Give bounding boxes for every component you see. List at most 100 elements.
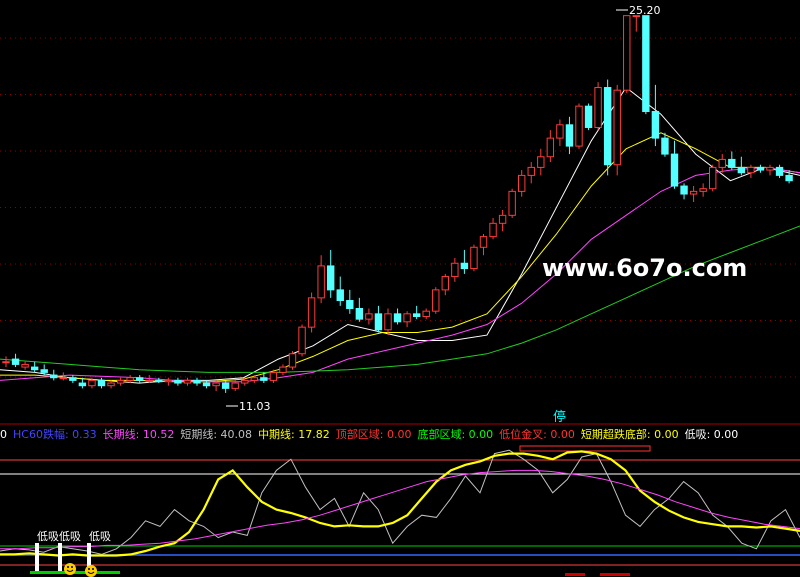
ma-line-0 bbox=[0, 86, 800, 384]
candle-up bbox=[441, 276, 450, 291]
candle-down bbox=[40, 369, 48, 373]
low-price-label: 11.03 bbox=[239, 400, 271, 413]
buy-signals: 低吸 低吸 低吸 bbox=[30, 530, 630, 577]
candle-down bbox=[374, 313, 383, 331]
candle-up bbox=[575, 105, 583, 147]
candle-up bbox=[250, 377, 259, 381]
top-zone-box bbox=[519, 445, 651, 452]
signal-label: 低吸 bbox=[59, 530, 81, 543]
candle-down bbox=[50, 374, 58, 379]
candle-up bbox=[479, 236, 488, 248]
candle-up bbox=[183, 379, 192, 384]
indicator-item: 低位金叉: 0.00 bbox=[499, 427, 575, 441]
candle-up bbox=[470, 246, 478, 270]
candle-down bbox=[661, 137, 669, 155]
candle-up bbox=[21, 363, 29, 368]
candle-down bbox=[460, 262, 469, 270]
candle-down bbox=[11, 358, 20, 365]
candle-up bbox=[699, 188, 707, 192]
candle-up bbox=[537, 156, 545, 168]
candle-down bbox=[221, 382, 230, 389]
watermark-text: www.6o7o.com bbox=[542, 254, 747, 282]
signal-label: 低吸 bbox=[37, 530, 59, 543]
candle-up bbox=[489, 222, 497, 238]
smiley-icon bbox=[64, 563, 76, 575]
candle-up bbox=[107, 382, 115, 387]
indicator-item: HC60跌幅: 0.33 bbox=[13, 427, 97, 441]
candle-down bbox=[327, 265, 335, 291]
candle-up bbox=[279, 366, 287, 373]
candle-up bbox=[498, 214, 507, 224]
candle-up bbox=[556, 124, 564, 139]
candle-down bbox=[737, 166, 746, 174]
candle-up bbox=[231, 382, 239, 389]
candle-up bbox=[384, 313, 392, 331]
indicator-item: 0 bbox=[0, 428, 7, 441]
candle-down bbox=[565, 124, 574, 147]
candle-up bbox=[432, 289, 440, 312]
candle-up bbox=[451, 262, 459, 278]
candle-up bbox=[365, 313, 373, 320]
bottom-red-marker bbox=[565, 573, 585, 576]
candle-up bbox=[126, 377, 134, 381]
candle-up bbox=[766, 166, 774, 171]
indicator-item: 短期超跌底部: 0.00 bbox=[581, 427, 679, 441]
candle-down bbox=[728, 158, 736, 168]
candle-down bbox=[193, 379, 201, 384]
candle-up bbox=[269, 371, 278, 381]
candle-up bbox=[2, 361, 10, 364]
candle-up bbox=[145, 379, 153, 382]
indicator-item: 底部区域: 0.00 bbox=[417, 427, 493, 441]
stock-chart: 25.20 11.03 www.6o7o.com 停 0 HC60跌幅: 0.33… bbox=[0, 4, 800, 577]
candle-up bbox=[747, 166, 755, 174]
price-grid bbox=[0, 37, 800, 378]
candle-up bbox=[623, 15, 631, 91]
candle-down bbox=[69, 377, 77, 381]
candle-down bbox=[136, 377, 144, 381]
indicator-legend: 0 HC60跌幅: 0.33 长期线: 10.52 短期线: 40.08 中期线: 17… bbox=[0, 427, 738, 441]
candle-down bbox=[412, 313, 421, 317]
candle-up bbox=[689, 190, 698, 195]
candle-up bbox=[288, 353, 297, 368]
high-price-annotation: 25.20 bbox=[616, 4, 661, 17]
moving-average-lines bbox=[0, 86, 800, 384]
indicator-item: 中期线: 17.82 bbox=[258, 427, 330, 441]
indicator-item: 短期线: 40.08 bbox=[180, 427, 252, 441]
candle-down bbox=[785, 174, 793, 182]
candle-up bbox=[116, 379, 125, 384]
indicator-panel bbox=[0, 445, 800, 566]
candle-up bbox=[709, 166, 717, 190]
candle-down bbox=[155, 379, 163, 383]
candle-up bbox=[88, 379, 96, 387]
candle-down bbox=[78, 382, 87, 387]
candle-down bbox=[346, 300, 354, 310]
signal-bar bbox=[58, 543, 62, 571]
indicator-lines bbox=[0, 449, 800, 557]
candle-up bbox=[403, 313, 411, 323]
high-price-label: 25.20 bbox=[629, 4, 661, 17]
candle-down bbox=[30, 366, 39, 371]
candle-up bbox=[518, 174, 526, 192]
indicator-item: 低吸: 0.00 bbox=[685, 428, 739, 441]
candle-up bbox=[307, 297, 316, 328]
candle-up bbox=[164, 379, 173, 383]
candle-up bbox=[422, 310, 430, 317]
candle-down bbox=[174, 379, 182, 384]
candle-up bbox=[546, 137, 555, 158]
candle-up bbox=[241, 379, 249, 384]
candle-down bbox=[642, 15, 650, 112]
low-price-annotation: 11.03 bbox=[226, 400, 271, 413]
candle-up bbox=[212, 382, 220, 387]
candle-up bbox=[298, 326, 306, 355]
candle-up bbox=[594, 87, 602, 128]
candle-down bbox=[670, 153, 679, 187]
candle-up bbox=[527, 166, 535, 176]
indicator-item: 顶部区域: 0.00 bbox=[336, 427, 412, 441]
candle-up bbox=[508, 190, 516, 216]
candle-down bbox=[603, 87, 612, 166]
ma-line-3 bbox=[0, 225, 800, 373]
indicator-line-2 bbox=[0, 469, 800, 550]
stop-marker: 停 bbox=[553, 409, 566, 425]
candle-down bbox=[584, 105, 593, 128]
candle-up bbox=[613, 89, 621, 166]
